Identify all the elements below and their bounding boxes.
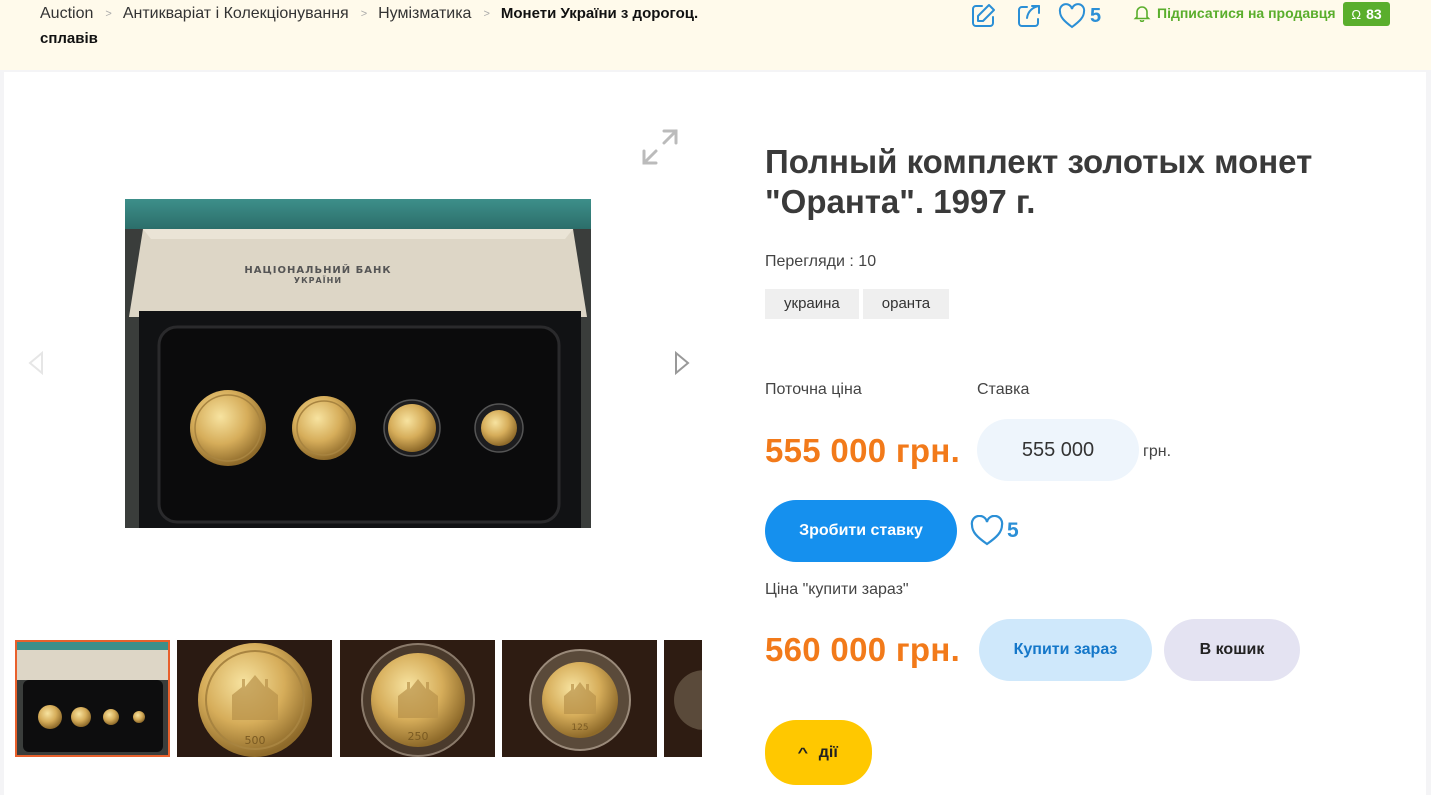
thumbnail-5[interactable] (664, 640, 702, 757)
thumbnail-3[interactable]: 250 (340, 640, 495, 757)
breadcrumb-item-antiques[interactable]: Антикваріат і Колекціонування (123, 5, 349, 22)
gallery-prev-icon[interactable] (26, 350, 46, 376)
lot-tools: 5 (968, 2, 1101, 30)
box-text-line2: УКРАЇНИ (294, 275, 342, 285)
breadcrumb-separator: > (105, 8, 112, 20)
subscribe-seller-link[interactable]: Підписатися на продавця (1133, 4, 1336, 22)
views-count: Перегляди : 10 (765, 253, 877, 270)
tag-list: украина оранта (765, 289, 953, 319)
subscribe-label: Підписатися на продавця (1157, 5, 1336, 21)
heart-icon (1058, 3, 1086, 29)
rating-value: 83 (1366, 6, 1382, 22)
actions-label: дії (818, 743, 838, 761)
breadcrumb-separator: > (483, 8, 490, 20)
chevron-up-icon: ^ (797, 745, 809, 760)
coin-set-image: НАЦІОНАЛЬНИЙ БАНК УКРАЇНИ (125, 199, 591, 528)
box-text-line1: НАЦІОНАЛЬНИЙ БАНК (244, 263, 391, 276)
thumb-coin-label: 125 (571, 723, 588, 733)
buy-now-button[interactable]: Купити зараз (979, 619, 1152, 681)
thumbnail-4[interactable]: 125 (502, 640, 657, 757)
breadcrumb-item-numismatics[interactable]: Нумізматика (378, 5, 471, 22)
favorites-count: 5 (1090, 4, 1102, 27)
heart-icon (970, 515, 1004, 546)
thumb-coin-label: 250 (408, 730, 429, 743)
thumbnail-strip: 500 250 125 (15, 640, 702, 757)
thumbnail-1[interactable] (15, 640, 170, 757)
tag-ukraine[interactable]: украина (765, 289, 859, 319)
add-to-cart-button[interactable]: В кошик (1164, 619, 1300, 681)
lot-likes-count: 5 (1007, 518, 1019, 542)
buy-now-price: 560 000 грн. (765, 631, 961, 668)
favorite-lot-button[interactable]: 5 (970, 515, 1019, 546)
edit-icon[interactable] (968, 1, 998, 31)
bid-unit: грн. (1143, 443, 1172, 460)
lot-title: Полный комплект золотых монет "Оранта". … (765, 143, 1313, 220)
seller-rating-badge[interactable]: Ω 83 (1343, 2, 1390, 26)
favorite-button[interactable]: 5 (1058, 3, 1101, 29)
breadcrumb: Auction > Антикваріат і Колекціонування > Ну… (40, 2, 740, 51)
place-bid-button[interactable]: Зробити ставку (765, 500, 957, 562)
top-bar: Auction > Антикваріат і Колекціонування > Ну… (0, 0, 1431, 70)
breadcrumb-separator: > (360, 8, 368, 20)
expand-icon[interactable] (640, 127, 680, 167)
main-photo[interactable]: НАЦІОНАЛЬНИЙ БАНК УКРАЇНИ (125, 199, 591, 528)
tag-oranta[interactable]: оранта (862, 289, 950, 319)
buy-now-label: Ціна "купити зараз" (765, 581, 909, 598)
bid-label: Ставка (977, 381, 1030, 398)
current-price-label: Поточна ціна (765, 381, 862, 398)
bell-icon (1133, 6, 1151, 22)
thumbnail-2[interactable]: 500 (177, 640, 332, 757)
share-icon[interactable] (1014, 1, 1044, 31)
actions-button[interactable]: ^ дії (765, 720, 872, 785)
breadcrumb-item-auction[interactable]: Auction (40, 5, 93, 22)
bid-input[interactable] (977, 419, 1139, 481)
current-price: 555 000 грн. (765, 432, 961, 469)
thumb-coin-label: 500 (245, 734, 266, 747)
rating-icon: Ω (1351, 6, 1362, 22)
gallery-next-icon[interactable] (672, 350, 692, 376)
